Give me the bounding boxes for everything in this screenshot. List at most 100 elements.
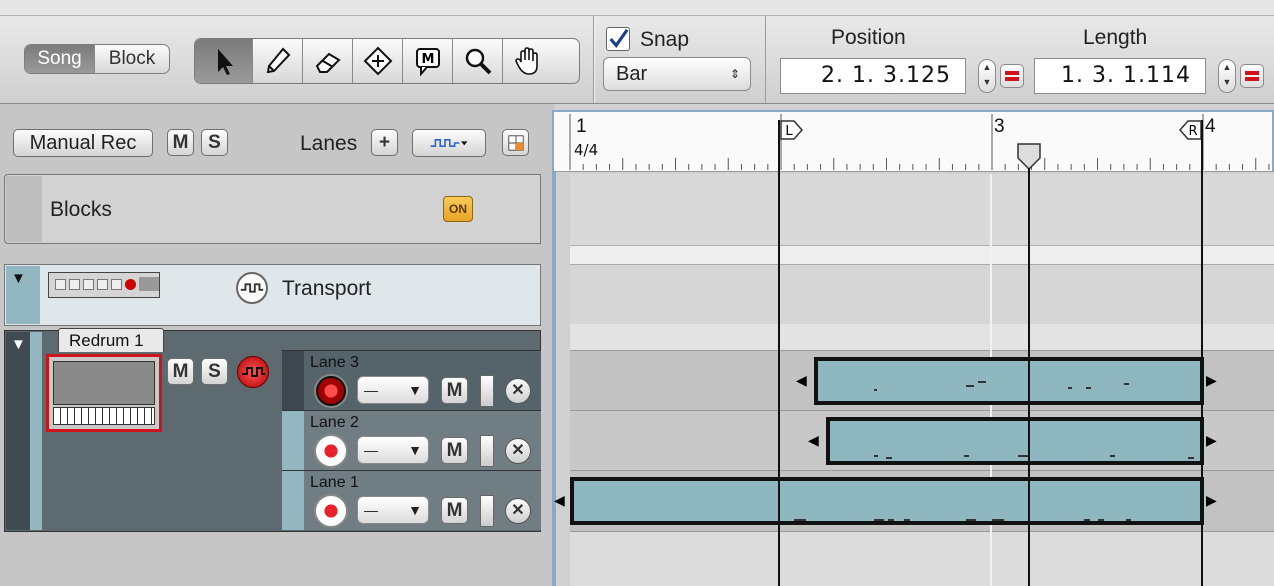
track-color-button[interactable] bbox=[502, 129, 529, 156]
redrum-solo-button[interactable]: S bbox=[201, 358, 228, 385]
lane-mute-button[interactable]: M bbox=[441, 377, 468, 404]
up-down-arrows-icon: ⇕ bbox=[729, 67, 740, 81]
lane-mute-button[interactable]: M bbox=[441, 437, 468, 464]
position-equals-button[interactable] bbox=[1000, 64, 1024, 88]
lane-2-clip[interactable] bbox=[826, 417, 1204, 465]
manual-rec-button[interactable]: Manual Rec bbox=[13, 129, 153, 157]
lane-delete-dropdown[interactable]: — ▼ bbox=[357, 496, 429, 524]
equals-icon bbox=[1245, 71, 1259, 81]
snap-checkbox[interactable] bbox=[606, 27, 630, 51]
lane-delete-icon[interactable]: ✕ bbox=[505, 378, 531, 404]
lane-record-button[interactable] bbox=[314, 374, 348, 408]
lane-type-dropdown[interactable] bbox=[412, 129, 486, 157]
redrum-track-handle[interactable] bbox=[6, 332, 30, 530]
arranger-left-border bbox=[552, 110, 556, 586]
right-locator-text: R bbox=[1188, 124, 1197, 139]
arrow-pointer-icon bbox=[217, 49, 233, 75]
blocks-on-button[interactable]: ON bbox=[443, 196, 473, 222]
device-name-tab[interactable]: Redrum 1 bbox=[58, 328, 164, 352]
lane-label: Lane 2 bbox=[310, 414, 359, 431]
select-tool-button[interactable] bbox=[195, 39, 253, 83]
lane-level-slider[interactable] bbox=[480, 435, 494, 467]
snap-value-select[interactable]: Bar ⇕ bbox=[603, 57, 751, 91]
lane-mute-button[interactable]: M bbox=[441, 497, 468, 524]
pencil-tool-button[interactable] bbox=[253, 39, 303, 83]
razor-tool-button[interactable] bbox=[353, 39, 403, 83]
lane-record-button[interactable] bbox=[314, 434, 348, 468]
grid-color-icon bbox=[507, 135, 524, 151]
hand-tool-button[interactable] bbox=[503, 39, 553, 83]
collapse-triangle-icon[interactable]: ▼ bbox=[11, 336, 26, 353]
redrum-record-enable-button[interactable] bbox=[237, 356, 269, 388]
lane-level-slider[interactable] bbox=[480, 375, 494, 407]
redrum-track-color-bar bbox=[30, 332, 42, 530]
right-locator-line bbox=[1201, 120, 1203, 586]
transport-lane-row[interactable] bbox=[570, 264, 1274, 324]
redrum-mute-button[interactable]: M bbox=[167, 358, 194, 385]
magnify-tool-button[interactable] bbox=[453, 39, 503, 83]
magnifier-icon bbox=[465, 48, 491, 75]
lane-level-slider[interactable] bbox=[480, 495, 494, 527]
separator-row bbox=[570, 246, 1274, 264]
left-locator-marker[interactable]: L bbox=[780, 120, 804, 140]
song-position-marker[interactable] bbox=[1016, 142, 1042, 171]
lane-label: Lane 1 bbox=[310, 474, 359, 491]
transport-pulse-icon bbox=[236, 272, 268, 304]
left-locator-line bbox=[778, 120, 780, 586]
collapse-triangle-icon[interactable]: ▼ bbox=[11, 270, 26, 287]
lane-3-clip-start-handle[interactable]: ◀ bbox=[796, 372, 807, 389]
svg-text:M: M bbox=[421, 52, 434, 67]
lane-1-clip-start-handle[interactable]: ◀ bbox=[554, 492, 565, 509]
length-label: Length bbox=[1083, 26, 1148, 49]
lane-3-clip-end-handle[interactable]: ▶ bbox=[1206, 372, 1217, 389]
snap-label: Snap bbox=[640, 28, 690, 51]
song-position-line bbox=[1028, 168, 1030, 586]
pulse-wave-icon bbox=[430, 139, 468, 147]
transport-device-thumbnail bbox=[48, 272, 160, 298]
left-locator-text: L bbox=[785, 124, 793, 139]
length-stepper[interactable]: ▲ ▼ bbox=[1218, 59, 1236, 93]
blocks-track-handle[interactable] bbox=[6, 176, 42, 242]
pulse-wave-icon bbox=[242, 367, 265, 377]
lane-1-clip[interactable] bbox=[570, 477, 1204, 525]
lane-delete-dropdown[interactable]: — ▼ bbox=[357, 436, 429, 464]
blocks-track-label: Blocks bbox=[50, 198, 112, 221]
lane-handle[interactable] bbox=[282, 411, 304, 470]
length-equals-button[interactable] bbox=[1240, 64, 1264, 88]
checkmark-icon bbox=[609, 28, 629, 48]
position-field[interactable]: 2. 1. 3.125 bbox=[780, 58, 966, 94]
redrum-device-thumbnail[interactable] bbox=[46, 354, 162, 432]
transport-track-label: Transport bbox=[282, 277, 372, 300]
lane-delete-icon[interactable]: ✕ bbox=[505, 438, 531, 464]
lane-3-clip[interactable] bbox=[814, 357, 1204, 405]
eraser-tool-button[interactable] bbox=[303, 39, 353, 83]
global-solo-button[interactable]: S bbox=[201, 129, 228, 156]
lane-1-clip-end-handle[interactable]: ▶ bbox=[1206, 492, 1217, 509]
lane-delete-icon[interactable]: ✕ bbox=[505, 498, 531, 524]
edit-tools: M bbox=[194, 38, 580, 84]
position-label: Position bbox=[831, 26, 906, 49]
lane-record-button[interactable] bbox=[314, 494, 348, 528]
mute-balloon-icon: M bbox=[415, 48, 440, 76]
song-mode-button[interactable]: Song bbox=[25, 45, 96, 73]
global-mute-button[interactable]: M bbox=[167, 129, 194, 156]
block-mode-button[interactable]: Block bbox=[95, 45, 169, 73]
lane-delete-dropdown[interactable]: — ▼ bbox=[357, 376, 429, 404]
lane-2-clip-end-handle[interactable]: ▶ bbox=[1206, 432, 1217, 449]
razor-icon bbox=[363, 46, 392, 76]
position-stepper[interactable]: ▲ ▼ bbox=[978, 59, 996, 93]
length-field[interactable]: 1. 3. 1.114 bbox=[1034, 58, 1206, 94]
lane-handle[interactable] bbox=[282, 351, 304, 410]
lane-2-clip-start-handle[interactable]: ◀ bbox=[808, 432, 819, 449]
snap-value-text: Bar bbox=[616, 63, 648, 85]
right-locator-marker[interactable]: R bbox=[1178, 120, 1202, 140]
lane-handle[interactable] bbox=[282, 471, 304, 530]
mute-tool-button[interactable]: M bbox=[403, 39, 453, 83]
lanes-label: Lanes bbox=[300, 132, 358, 155]
blocks-lane-row[interactable] bbox=[570, 174, 1274, 246]
hand-icon bbox=[515, 47, 538, 75]
lane-label: Lane 3 bbox=[310, 354, 359, 371]
empty-area-row bbox=[570, 532, 1274, 586]
add-lane-button[interactable]: + bbox=[371, 129, 398, 156]
window-top-strip bbox=[0, 0, 1274, 16]
